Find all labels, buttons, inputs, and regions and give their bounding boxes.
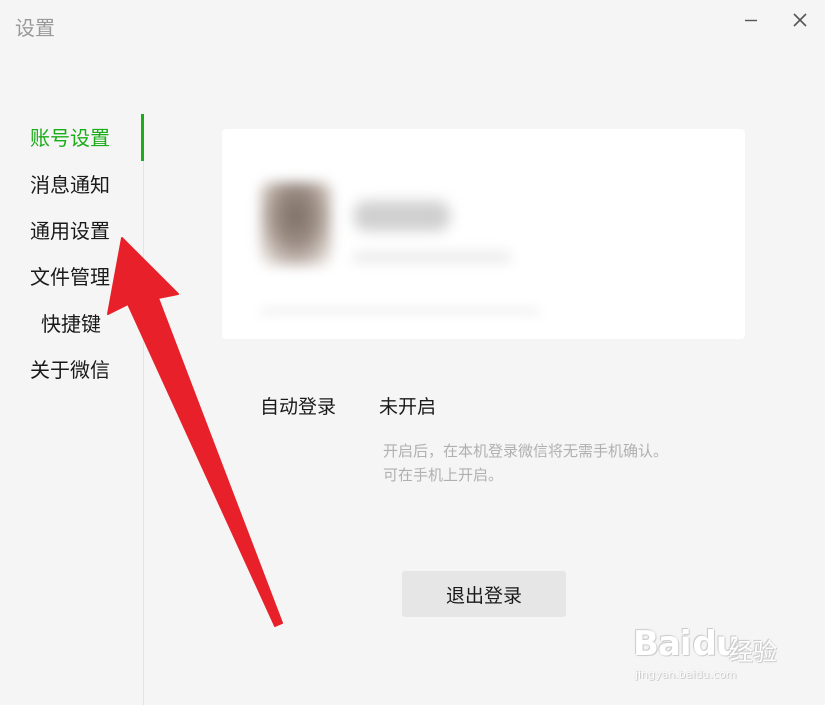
auto-login-hint-line2: 可在手机上开启。 xyxy=(383,466,504,484)
blurred-detail xyxy=(260,307,540,315)
baidu-logo: Baidu xyxy=(633,624,740,664)
jingyan-logo-text: 经验 xyxy=(729,638,777,666)
auto-login-status: 未开启 xyxy=(379,396,437,418)
profile-card xyxy=(222,129,745,339)
sidebar-divider xyxy=(143,114,144,705)
sidebar-item-files[interactable]: 文件管理 xyxy=(30,254,140,300)
close-icon xyxy=(793,13,807,27)
minimize-button[interactable] xyxy=(737,6,765,34)
baidu-jingyan-watermark: Baidu 经验 jingyan.baidu.com xyxy=(633,620,783,685)
minimize-icon xyxy=(745,19,757,22)
active-indicator xyxy=(141,114,144,161)
logout-button[interactable]: 退出登录 xyxy=(402,571,566,617)
auto-login-label: 自动登录 xyxy=(260,396,337,418)
auto-login-hint-line1: 开启后，在本机登录微信将无需手机确认。 xyxy=(383,442,669,460)
sidebar-item-account[interactable]: 账号设置 xyxy=(30,115,140,161)
blurred-account-id xyxy=(352,251,512,263)
sidebar-item-general[interactable]: 通用设置 xyxy=(30,208,140,254)
settings-window: 设置 账号设置 消息通知 通用设置 文件管理 快捷键 关于微信 自动登录 未开启… xyxy=(0,0,825,705)
blurred-nickname xyxy=(354,201,450,231)
watermark-url: jingyan.baidu.com xyxy=(635,668,737,681)
sidebar-item-shortcuts[interactable]: 快捷键 xyxy=(41,301,151,347)
sidebar-item-notifications[interactable]: 消息通知 xyxy=(30,162,140,208)
sidebar-item-about[interactable]: 关于微信 xyxy=(30,347,140,393)
window-title: 设置 xyxy=(15,16,55,40)
close-button[interactable] xyxy=(786,6,814,34)
avatar xyxy=(260,182,332,266)
